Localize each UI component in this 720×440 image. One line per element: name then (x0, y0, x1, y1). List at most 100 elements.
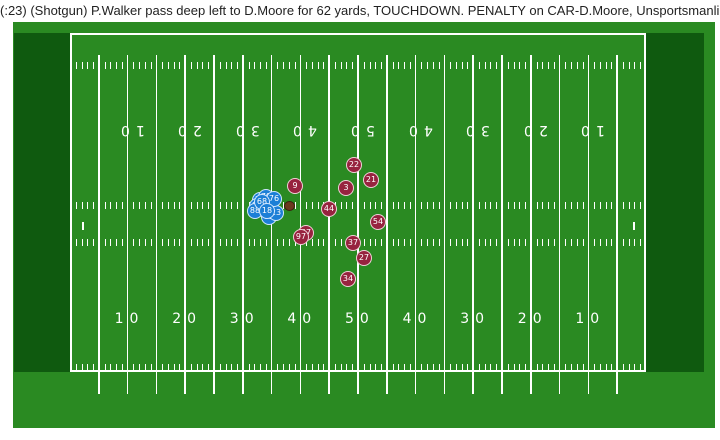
hash-mark (582, 202, 584, 209)
hash-mark (162, 62, 164, 69)
hash-mark (317, 239, 319, 246)
hash-mark (93, 62, 95, 69)
hash-mark (81, 239, 83, 246)
hash-mark (179, 202, 181, 209)
hash-mark (248, 364, 250, 371)
hash-mark (467, 202, 469, 209)
hash-mark (110, 202, 112, 209)
hash-mark (340, 202, 342, 209)
defense-player: 3 (338, 180, 354, 196)
hash-mark (611, 364, 613, 371)
hash-mark (392, 364, 394, 371)
hash-mark (363, 62, 365, 69)
hash-mark (237, 239, 239, 246)
hash-mark (196, 62, 198, 69)
hash-mark (283, 364, 285, 371)
hash-mark (248, 239, 250, 246)
hash-mark (167, 62, 169, 69)
hash-mark (352, 364, 354, 371)
right-endzone (646, 33, 704, 372)
hash-mark (461, 62, 463, 69)
hash-mark (478, 239, 480, 246)
hash-mark (496, 62, 498, 69)
hash-mark (571, 364, 573, 371)
hash-mark (582, 62, 584, 69)
yard-line (242, 55, 244, 394)
hash-mark (513, 239, 515, 246)
hash-mark (317, 364, 319, 371)
hash-mark (75, 202, 77, 209)
hash-mark (404, 364, 406, 371)
hash-mark (219, 239, 221, 246)
hash-mark (179, 239, 181, 246)
hash-mark (605, 364, 607, 371)
hash-mark (381, 62, 383, 69)
hash-mark (611, 202, 613, 209)
yard-number-bottom: 40 (287, 311, 318, 327)
hash-mark (484, 364, 486, 371)
hash-mark (150, 62, 152, 69)
hash-mark (392, 62, 394, 69)
defense-player: 37 (345, 235, 361, 251)
hash-mark (450, 364, 452, 371)
hash-mark (519, 239, 521, 246)
hash-mark (208, 364, 210, 371)
hash-mark (542, 364, 544, 371)
left-endzone (14, 33, 72, 372)
hash-mark (576, 62, 578, 69)
hash-mark (628, 202, 630, 209)
hash-mark (121, 202, 123, 209)
hash-mark (225, 364, 227, 371)
hash-mark (173, 239, 175, 246)
hash-mark (381, 364, 383, 371)
hash-mark (525, 62, 527, 69)
hash-mark (167, 202, 169, 209)
hash-mark (196, 239, 198, 246)
right-goal-marker (633, 222, 635, 230)
hash-mark (478, 62, 480, 69)
hash-mark (75, 364, 77, 371)
hash-mark (640, 239, 642, 246)
hash-mark (116, 364, 118, 371)
hash-mark (363, 239, 365, 246)
hash-mark (237, 62, 239, 69)
hash-mark (144, 364, 146, 371)
hash-mark (398, 62, 400, 69)
hash-mark (173, 202, 175, 209)
hash-mark (611, 239, 613, 246)
hash-mark (225, 202, 227, 209)
yard-line (155, 55, 158, 394)
yard-line (126, 55, 129, 394)
yard-number-top: 40 (287, 122, 318, 138)
hash-mark (162, 239, 164, 246)
hash-mark (519, 62, 521, 69)
hash-mark (398, 202, 400, 209)
hash-mark (634, 364, 636, 371)
yard-line (443, 55, 446, 394)
hash-mark (490, 62, 492, 69)
hash-mark (190, 62, 192, 69)
hash-mark (455, 364, 457, 371)
hash-mark (507, 239, 509, 246)
hash-mark (323, 239, 325, 246)
hash-mark (599, 364, 601, 371)
yard-number-bottom: 10 (575, 311, 606, 327)
hash-mark (398, 364, 400, 371)
hash-mark (542, 239, 544, 246)
hash-mark (369, 62, 371, 69)
yard-line (357, 55, 360, 394)
hash-mark (427, 202, 429, 209)
hash-mark (576, 202, 578, 209)
hash-mark (311, 364, 313, 371)
hash-mark (594, 364, 596, 371)
hash-mark (208, 239, 210, 246)
hash-mark (594, 239, 596, 246)
hash-mark (553, 364, 555, 371)
yard-number-top: 20 (517, 122, 548, 138)
hash-mark (139, 62, 141, 69)
hash-mark (87, 239, 89, 246)
hash-mark (139, 364, 141, 371)
hash-mark (582, 364, 584, 371)
hash-mark (450, 62, 452, 69)
hash-mark (404, 62, 406, 69)
